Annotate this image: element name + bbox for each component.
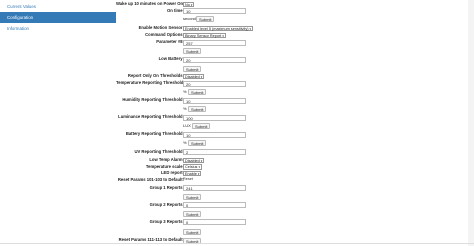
uv-threshold-input[interactable]: 2	[183, 149, 246, 155]
command-options-select[interactable]: Binary Sensor Report▾	[183, 32, 226, 38]
chevron-down-icon: ▾	[200, 74, 203, 79]
chevron-down-icon: ▾	[200, 158, 203, 163]
low-battery-label: Low Battery:	[158, 56, 184, 61]
reset-params-111-label: Reset Params 111-113 to Default:	[118, 236, 184, 242]
motion-sensor-select[interactable]: Enabled level 5 (maximum sensitivity)▾	[183, 25, 254, 31]
group-1-reports-label: Group 1 Reports:	[149, 185, 184, 190]
led-report-select[interactable]: Enable▾	[183, 170, 202, 176]
battery-threshold-submit-button[interactable]: Submit	[188, 140, 207, 146]
temperature-threshold-unit: %	[183, 89, 187, 94]
chevron-down-icon: ▾	[190, 2, 193, 7]
parameter-8-label: Parameter #8:	[156, 39, 184, 44]
group-3-reports-label: Group 3 Reports:	[149, 219, 184, 224]
luminance-threshold-input[interactable]: 100	[183, 114, 246, 121]
scrollbar[interactable]	[468, 0, 474, 246]
low-battery-input[interactable]: 20	[183, 57, 246, 63]
group-1-reports-input[interactable]: 241	[183, 185, 246, 191]
led-report-label: LED report:	[160, 170, 184, 175]
humidity-threshold-input[interactable]: 10	[183, 97, 246, 104]
divider	[0, 243, 474, 244]
temperature-scale-select[interactable]: Celsius▾	[183, 164, 202, 170]
motion-sensor-label: Enable Motion Sensor:	[138, 25, 184, 30]
temperature-threshold-label: Temperature Reporting Threshold:	[116, 79, 185, 85]
report-thresholds-select[interactable]: Disabled▾	[183, 73, 205, 79]
battery-threshold-label: Battery Reporting Threshold:	[125, 131, 184, 136]
low-temp-alarm-select[interactable]: Disabled▾	[183, 157, 205, 163]
humidity-threshold-label: Humidity Reporting Threshold:	[122, 97, 184, 102]
group-3-submit-button[interactable]: Submit	[183, 228, 202, 235]
command-options-value: Binary Sensor Report	[185, 33, 222, 38]
parameter-8-input[interactable]: 257	[183, 40, 246, 46]
luminance-threshold-unit: LUX	[183, 123, 191, 128]
humidity-threshold-unit: %	[183, 106, 187, 111]
group-2-reports-label: Group 2 Reports:	[149, 202, 184, 207]
sidebar-item-current-values[interactable]: Current Values	[0, 1, 116, 12]
temperature-scale-label: Temperature scale:	[145, 163, 184, 169]
low-temp-alarm-value: Disabled	[185, 158, 200, 163]
on-time-submit-button[interactable]: Submit	[196, 16, 215, 22]
luminance-threshold-label: Luminance Reporting Threshold:	[118, 114, 184, 119]
report-thresholds-label: Report Only On Thresholds:	[127, 73, 184, 78]
reset-params-101-label: Reset Params 101-103 to Default:	[117, 176, 184, 182]
wake-up-select[interactable]: No▾	[183, 1, 195, 7]
reset-params-101-value: Reset	[183, 177, 193, 181]
command-options-label: Command Options:	[145, 32, 184, 37]
chevron-down-icon: ▾	[249, 26, 252, 31]
battery-threshold-input[interactable]: 10	[183, 131, 246, 138]
group-2-reports-input[interactable]: 0	[183, 202, 246, 208]
sidebar-item-configuration[interactable]: Configuration	[0, 12, 116, 23]
on-time-label: On time:	[167, 8, 184, 13]
temperature-scale-value: Celsius	[185, 165, 198, 169]
group-3-reports-input[interactable]: 0	[183, 219, 246, 225]
luminance-threshold-submit-button[interactable]: Submit	[192, 123, 211, 129]
motion-sensor-value: Enabled level 5 (maximum sensitivity)	[185, 26, 249, 31]
humidity-threshold-submit-button[interactable]: Submit	[188, 106, 207, 112]
chevron-down-icon: ▾	[222, 33, 224, 38]
group-1-submit-button[interactable]: Submit	[183, 194, 202, 200]
led-report-value: Enable	[185, 171, 197, 176]
uv-threshold-label: UV Reporting Threshold:	[134, 149, 184, 154]
on-time-input[interactable]: 10	[183, 8, 246, 14]
temperature-threshold-input[interactable]: 20	[183, 80, 246, 87]
report-thresholds-value: Disabled	[185, 74, 200, 79]
parameter-8-submit-button[interactable]: Submit	[183, 48, 202, 54]
battery-threshold-unit: %	[183, 140, 187, 145]
wake-up-label: Wake up 10 minutes on Power On:	[116, 1, 185, 6]
chevron-down-icon: ▾	[198, 165, 200, 169]
sidebar-item-information[interactable]: Information	[0, 23, 116, 34]
chevron-down-icon: ▾	[197, 171, 200, 176]
low-temp-alarm-label: Low Temp Alarm:	[149, 157, 184, 162]
temperature-threshold-submit-button[interactable]: Submit	[188, 89, 207, 95]
low-battery-submit-button[interactable]: Submit	[183, 65, 202, 72]
sidebar-nav: Current Values Configuration Information	[0, 0, 116, 246]
group-2-submit-button[interactable]: Submit	[183, 211, 202, 217]
configuration-form: Wake up 10 minutes on Power On: No▾ On t…	[116, 0, 474, 246]
